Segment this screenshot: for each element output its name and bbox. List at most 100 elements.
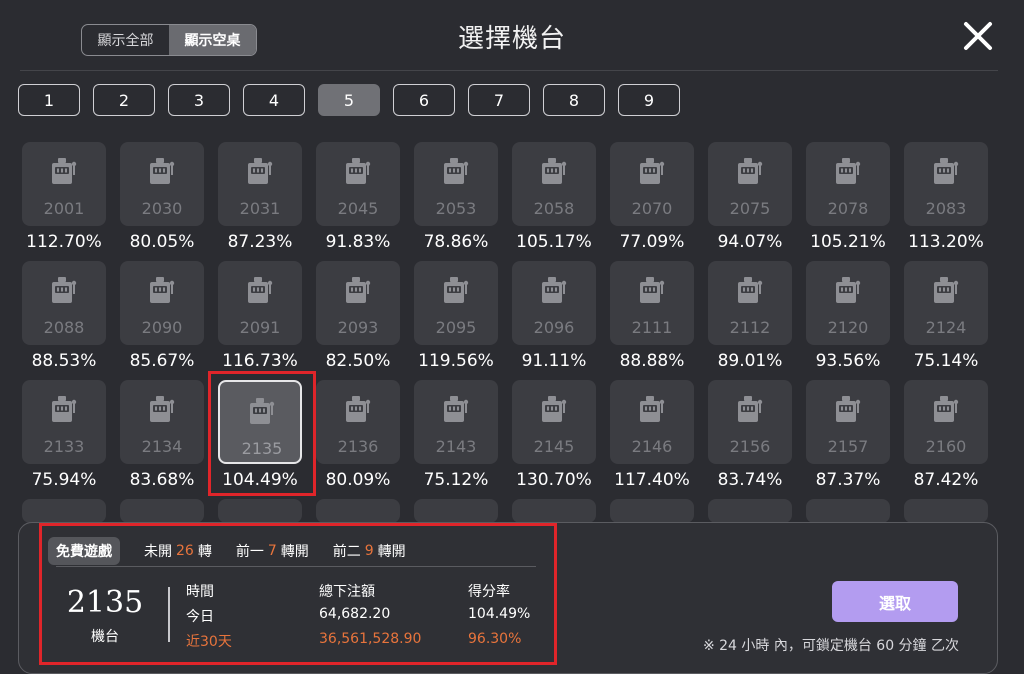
machine-card[interactable]: 2030 80.05% <box>120 142 204 252</box>
header-divider <box>20 70 998 71</box>
machine-rate: 75.12% <box>423 470 489 490</box>
machine-card[interactable]: 2090 85.67% <box>120 261 204 371</box>
machine-tile: 2093 <box>316 261 400 345</box>
slot-machine-icon <box>638 394 666 424</box>
machine-number: 2135 <box>241 439 283 458</box>
slot-machine-icon <box>344 394 372 424</box>
machine-rate: 91.83% <box>325 232 391 252</box>
page-tab-9[interactable]: 9 <box>618 84 680 116</box>
machine-card[interactable]: 2001 112.70% <box>22 142 106 252</box>
machine-card[interactable]: 2145 130.70% <box>512 380 596 490</box>
machine-card[interactable]: 2112 89.01% <box>708 261 792 371</box>
machine-card[interactable]: 2078 105.21% <box>806 142 890 252</box>
slot-machine-icon <box>932 275 960 305</box>
tab-unopened-spins[interactable]: 未開 26 轉 <box>144 541 212 561</box>
machine-card[interactable]: 2031 87.23% <box>218 142 302 252</box>
page-tab-7[interactable]: 7 <box>468 84 530 116</box>
machine-card[interactable]: 2111 88.88% <box>610 261 694 371</box>
machine-number: 2001 <box>43 199 85 218</box>
machine-number: 2133 <box>43 437 85 456</box>
slot-machine-icon <box>540 394 568 424</box>
slot-machine-icon <box>148 394 176 424</box>
page-tab-2[interactable]: 2 <box>93 84 155 116</box>
modal-header: 顯示全部 顯示空桌 選擇機台 <box>0 0 1024 70</box>
machine-number: 2157 <box>827 437 869 456</box>
last30-score-rate: 96.30% <box>468 631 522 647</box>
machine-tile-partial <box>414 499 498 523</box>
machine-tile: 2157 <box>806 380 890 464</box>
close-icon[interactable] <box>958 16 998 56</box>
machine-number: 2075 <box>729 199 771 218</box>
machine-card[interactable]: 2095 119.56% <box>414 261 498 371</box>
machine-number: 2156 <box>729 437 771 456</box>
machine-card[interactable]: 2160 87.42% <box>904 380 988 490</box>
machine-card[interactable]: 2083 113.20% <box>904 142 988 252</box>
machine-rate: 105.21% <box>810 232 886 252</box>
tab-previous-one[interactable]: 前一 7 轉開 <box>236 541 309 561</box>
page-tab-1[interactable]: 1 <box>18 84 80 116</box>
machine-number: 2045 <box>337 199 379 218</box>
machine-tile: 2075 <box>708 142 792 226</box>
slot-machine-icon <box>638 275 666 305</box>
page-tab-4[interactable]: 4 <box>243 84 305 116</box>
tab-count: 7 <box>267 543 277 559</box>
machine-card[interactable]: 2156 83.74% <box>708 380 792 490</box>
machine-tile: 2001 <box>22 142 106 226</box>
machine-rate: 82.50% <box>325 351 391 371</box>
machine-number: 2058 <box>533 199 575 218</box>
machine-rate: 83.68% <box>129 470 195 490</box>
page-tab-5[interactable]: 5 <box>318 84 380 116</box>
machine-card[interactable]: 2096 91.11% <box>512 261 596 371</box>
page-tab-6[interactable]: 6 <box>393 84 455 116</box>
tab-label: 前二 <box>332 544 361 560</box>
machine-card[interactable]: 2053 78.86% <box>414 142 498 252</box>
machine-rate: 117.40% <box>614 470 690 490</box>
machine-card[interactable]: 2120 93.56% <box>806 261 890 371</box>
machine-card[interactable]: 2157 87.37% <box>806 380 890 490</box>
machine-rate: 104.49% <box>222 470 298 490</box>
machine-card[interactable]: 2045 91.83% <box>316 142 400 252</box>
machine-tile: 2156 <box>708 380 792 464</box>
slot-machine-icon <box>442 275 470 305</box>
slot-machine-icon <box>834 275 862 305</box>
machine-card[interactable]: 2143 75.12% <box>414 380 498 490</box>
machine-rate: 93.56% <box>815 351 881 371</box>
today-score-rate: 104.49% <box>468 606 531 622</box>
machine-card[interactable]: 2070 77.09% <box>610 142 694 252</box>
machine-card[interactable]: 2058 105.17% <box>512 142 596 252</box>
machine-number: 2088 <box>43 318 85 337</box>
machine-tile: 2083 <box>904 142 988 226</box>
page-tab-8[interactable]: 8 <box>543 84 605 116</box>
machine-card[interactable]: 2091 116.73% <box>218 261 302 371</box>
machine-card[interactable]: 2093 82.50% <box>316 261 400 371</box>
header-total-bet: 總下注額 <box>319 584 375 600</box>
select-button[interactable]: 選取 <box>832 581 958 622</box>
page-tab-3[interactable]: 3 <box>168 84 230 116</box>
machine-number: 2093 <box>337 318 379 337</box>
machine-card[interactable]: 2135 104.49% <box>218 380 302 490</box>
page-tabs: 123456789 <box>18 84 680 116</box>
machine-tile: 2135 <box>218 380 302 464</box>
tab-previous-two[interactable]: 前二 9 轉開 <box>333 541 406 561</box>
machine-card[interactable]: 2133 75.94% <box>22 380 106 490</box>
machine-tile: 2120 <box>806 261 890 345</box>
machine-rate: 80.09% <box>325 470 391 490</box>
slot-machine-icon <box>932 394 960 424</box>
machine-tile-partial <box>806 499 890 523</box>
machine-rate: 75.94% <box>31 470 97 490</box>
tab-count: 26 <box>176 543 194 559</box>
machine-tile-partial <box>610 499 694 523</box>
machine-card[interactable]: 2134 83.68% <box>120 380 204 490</box>
machine-number: 2112 <box>729 318 771 337</box>
machine-card[interactable]: 2136 80.09% <box>316 380 400 490</box>
tab-suffix: 轉開 <box>280 544 309 560</box>
tab-free-game[interactable]: 免費遊戲 <box>48 537 120 565</box>
machine-card[interactable]: 2124 75.14% <box>904 261 988 371</box>
machine-card[interactable]: 2146 117.40% <box>610 380 694 490</box>
machine-card[interactable]: 2075 94.07% <box>708 142 792 252</box>
machine-tile: 2136 <box>316 380 400 464</box>
lock-note: ※ 24 小時 內，可鎖定機台 60 分鐘 乙次 <box>702 638 959 654</box>
machine-tile: 2088 <box>22 261 106 345</box>
machine-tile: 2133 <box>22 380 106 464</box>
machine-card[interactable]: 2088 88.53% <box>22 261 106 371</box>
